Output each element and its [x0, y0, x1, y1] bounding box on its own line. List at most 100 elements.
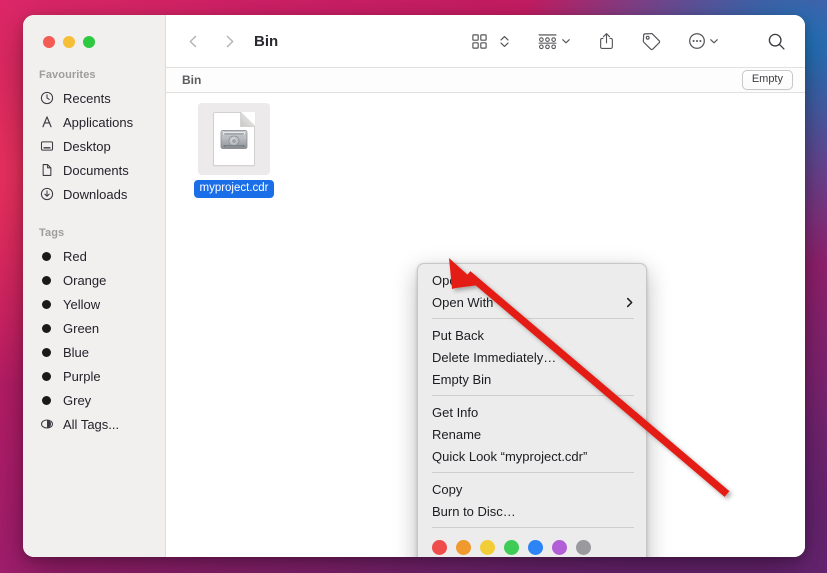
sidebar-item-all-tags[interactable]: All Tags...	[23, 412, 165, 436]
context-menu-item-label: Get Info	[432, 404, 479, 420]
tag-dot-icon	[39, 249, 54, 264]
context-menu-item-label: Empty Bin	[432, 371, 492, 387]
disk-image-document-icon	[198, 103, 270, 175]
path-bar-title: Bin	[182, 73, 202, 87]
sidebar-item-label: Documents	[63, 162, 129, 178]
traffic-lights	[23, 15, 165, 48]
file-name-label[interactable]: myproject.cdr	[194, 180, 274, 199]
clock-icon	[39, 91, 54, 106]
file-grid: myproject.cdr Open Open With Put Back De…	[166, 93, 805, 557]
sidebar-item-tag-blue[interactable]: Blue	[23, 340, 165, 364]
tag-dot-icon	[39, 321, 54, 336]
toolbar: Bin	[166, 15, 805, 67]
sidebar-item-tag-grey[interactable]: Grey	[23, 388, 165, 412]
applications-icon	[39, 115, 54, 130]
sidebar-item-tag-yellow[interactable]: Yellow	[23, 292, 165, 316]
tag-button[interactable]	[639, 27, 664, 55]
sidebar-item-label: Desktop	[63, 138, 111, 154]
sidebar-item-label: Yellow	[63, 296, 101, 312]
path-bar: Bin Empty	[166, 67, 805, 93]
tag-color-blue[interactable]	[528, 540, 543, 555]
context-menu-item-get-info[interactable]: Get Info	[418, 401, 646, 423]
context-menu-item-quick-look[interactable]: Quick Look “myproject.cdr”	[418, 445, 646, 467]
minimise-button[interactable]	[63, 36, 75, 48]
tag-color-orange[interactable]	[456, 540, 471, 555]
context-menu-separator	[432, 472, 634, 473]
sidebar-item-tag-purple[interactable]: Purple	[23, 364, 165, 388]
sidebar-item-label: Downloads	[63, 186, 128, 202]
context-menu-separator	[432, 318, 634, 319]
context-menu-item-empty-bin[interactable]: Empty Bin	[418, 368, 646, 390]
sidebar-item-label: Applications	[63, 114, 134, 130]
tag-color-purple[interactable]	[552, 540, 567, 555]
chevron-right-icon	[625, 297, 634, 308]
context-menu-separator	[432, 395, 634, 396]
document-icon	[39, 163, 54, 178]
zoom-button[interactable]	[83, 36, 95, 48]
sidebar-item-downloads[interactable]: Downloads	[23, 182, 165, 206]
context-menu-item-label: Copy	[432, 481, 463, 497]
sidebar-item-label: Blue	[63, 344, 90, 360]
sidebar-item-tag-orange[interactable]: Orange	[23, 268, 165, 292]
context-menu-item-delete-immediately[interactable]: Delete Immediately…	[418, 346, 646, 368]
tag-color-green[interactable]	[504, 540, 519, 555]
context-menu-item-put-back[interactable]: Put Back	[418, 324, 646, 346]
download-icon	[39, 187, 54, 202]
tag-dot-icon	[39, 273, 54, 288]
sidebar-item-label: Recents	[63, 90, 111, 106]
sidebar-item-desktop[interactable]: Desktop	[23, 134, 165, 158]
sidebar: Favourites Recents Applications Desktop …	[23, 15, 166, 557]
main-pane: Bin Bin Empty myproject.cdr Open Open Wi…	[166, 15, 805, 557]
sidebar-item-label: Grey	[63, 392, 92, 408]
context-menu-item-burn-to-disc[interactable]: Burn to Disc…	[418, 500, 646, 522]
tag-dot-icon	[39, 393, 54, 408]
sidebar-section-tags-title: Tags	[39, 227, 65, 239]
context-menu-item-label: Open	[432, 272, 464, 288]
back-button[interactable]	[179, 27, 207, 55]
tag-color-red[interactable]	[432, 540, 447, 555]
context-menu-item-label: Quick Look “myproject.cdr”	[432, 448, 588, 464]
desktop-icon	[39, 139, 54, 154]
sidebar-item-tag-red[interactable]: Red	[23, 244, 165, 268]
context-menu-item-rename[interactable]: Rename	[418, 423, 646, 445]
window-title: Bin	[254, 32, 279, 50]
more-actions-button[interactable]	[685, 27, 722, 55]
sidebar-item-label: Green	[63, 320, 100, 336]
context-menu-item-copy[interactable]: Copy	[418, 478, 646, 500]
finder-window: Favourites Recents Applications Desktop …	[23, 15, 805, 557]
view-mode-button[interactable]	[468, 27, 491, 55]
context-menu-item-label: Burn to Disc…	[432, 503, 516, 519]
context-menu-item-label: Open With	[432, 294, 494, 310]
chevron-down-icon	[561, 36, 571, 46]
sidebar-section-favourites-title: Favourites	[39, 69, 96, 81]
sidebar-item-label: Orange	[63, 272, 107, 288]
close-button[interactable]	[43, 36, 55, 48]
sidebar-item-recents[interactable]: Recents	[23, 86, 165, 110]
context-menu-item-label: Delete Immediately…	[432, 349, 557, 365]
context-menu-item-label: Rename	[432, 426, 482, 442]
tag-color-yellow[interactable]	[480, 540, 495, 555]
context-menu-item-open-with[interactable]: Open With	[418, 291, 646, 313]
share-button[interactable]	[595, 27, 618, 55]
sidebar-item-applications[interactable]: Applications	[23, 110, 165, 134]
group-by-button[interactable]	[534, 27, 574, 55]
chevron-down-icon	[709, 36, 719, 46]
sidebar-item-tag-green[interactable]: Green	[23, 316, 165, 340]
context-menu-tag-colors	[418, 533, 646, 557]
context-menu-item-label: Put Back	[432, 327, 485, 343]
view-stepper-button[interactable]	[496, 27, 513, 55]
search-button[interactable]	[764, 27, 789, 55]
context-menu: Open Open With Put Back Delete Immediate…	[417, 263, 647, 557]
sidebar-item-documents[interactable]: Documents	[23, 158, 165, 182]
sidebar-item-label: All Tags...	[63, 416, 120, 432]
context-menu-item-open[interactable]: Open	[418, 269, 646, 291]
tag-dot-icon	[39, 345, 54, 360]
empty-bin-button[interactable]: Empty	[741, 69, 793, 91]
sidebar-item-label: Purple	[63, 368, 101, 384]
tag-color-grey[interactable]	[576, 540, 591, 555]
forward-button[interactable]	[215, 27, 243, 55]
file-item-myproject[interactable]: myproject.cdr	[192, 103, 276, 199]
context-menu-separator	[432, 527, 634, 528]
sidebar-item-label: Red	[63, 248, 87, 264]
tag-dot-icon	[39, 369, 54, 384]
